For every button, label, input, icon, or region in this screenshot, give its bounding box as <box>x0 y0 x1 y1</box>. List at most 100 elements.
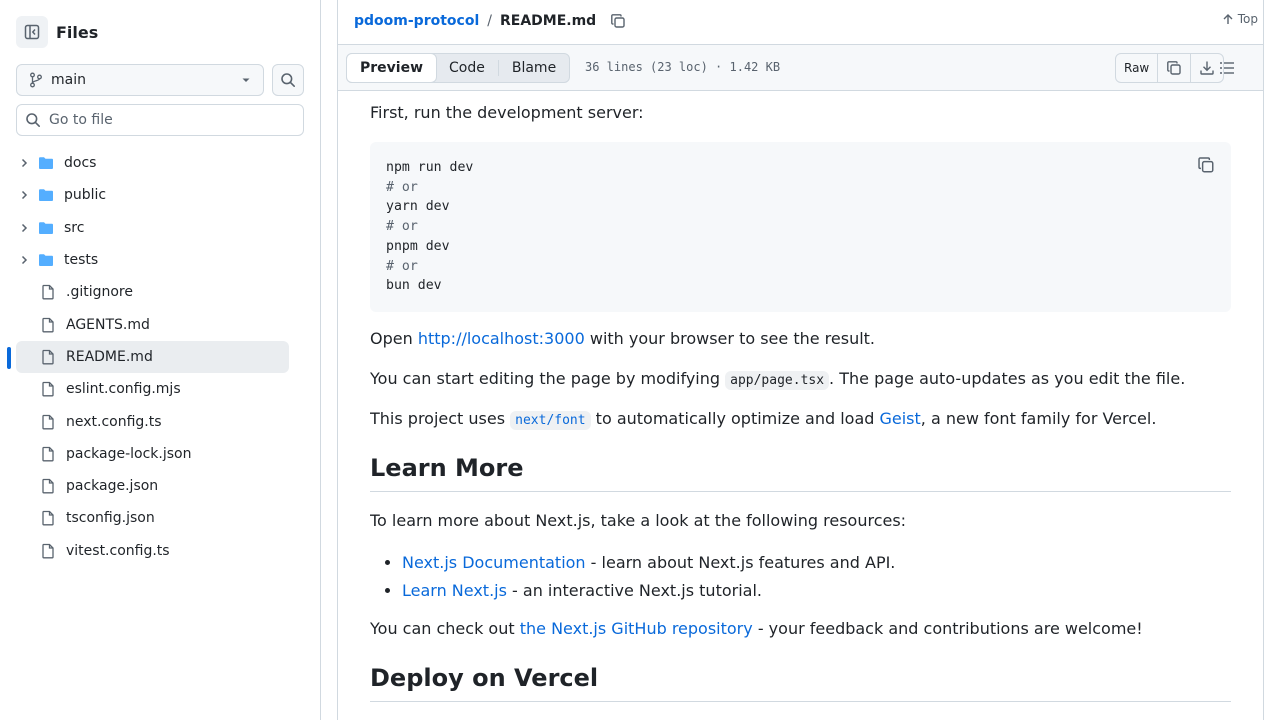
code-line: npm run dev <box>386 160 474 175</box>
chevron-right-icon[interactable] <box>16 254 32 266</box>
next-font-code-link[interactable]: next/font <box>510 411 591 430</box>
breadcrumb: pdoom-protocol / README.md <box>354 10 626 32</box>
paragraph: Open http://localhost:3000 with your bro… <box>370 327 875 351</box>
folder-icon <box>38 252 54 268</box>
file-icon <box>40 381 56 397</box>
breadcrumb-repo-link[interactable]: pdoom-protocol <box>354 13 479 29</box>
chevron-right-icon[interactable] <box>16 157 32 169</box>
outline-button[interactable] <box>1218 59 1236 81</box>
tree-file-item[interactable]: next.config.ts <box>16 405 289 437</box>
text: with your browser to see the result. <box>584 329 876 348</box>
git-branch-icon <box>30 72 42 88</box>
code-comment: # or <box>386 179 418 195</box>
folder-icon <box>38 187 54 203</box>
text: - an interactive Next.js tutorial. <box>506 581 762 600</box>
tab-blame[interactable]: Blame <box>499 54 569 82</box>
tree-item-label: AGENTS.md <box>66 316 150 333</box>
tab-preview[interactable]: Preview <box>346 53 438 83</box>
tree-file-item[interactable]: README.md <box>7 340 289 374</box>
text: Open <box>370 329 418 348</box>
go-to-file-input[interactable] <box>49 112 289 128</box>
code-comment: # or <box>386 258 418 274</box>
selected-indicator <box>7 346 11 369</box>
text: - learn about Next.js features and API. <box>585 553 896 572</box>
tree-item-label: .gitignore <box>66 284 133 301</box>
tree-folder-item[interactable]: docs <box>16 147 289 179</box>
tree-file-item[interactable]: tsconfig.json <box>16 502 289 534</box>
text: This project uses <box>370 409 511 428</box>
sidebar-title: Files <box>56 22 99 42</box>
file-icon <box>40 543 56 559</box>
back-to-top-button[interactable]: Top <box>1222 12 1258 26</box>
folder-icon <box>38 220 54 236</box>
tree-folder-item[interactable]: src <box>16 212 289 244</box>
tree-item-label: package-lock.json <box>66 445 192 462</box>
paragraph: You can start editing the page by modify… <box>370 367 1185 393</box>
file-icon <box>40 317 56 333</box>
copy-icon <box>1198 157 1214 173</box>
caret-down-icon <box>242 78 250 82</box>
chevron-right-icon[interactable] <box>16 222 32 234</box>
code-line: pnpm dev <box>386 238 450 254</box>
nextjs-docs-link[interactable]: Next.js Documentation <box>402 553 586 572</box>
text: - your feedback and contributions are we… <box>752 619 1143 638</box>
github-repo-link[interactable]: the Next.js GitHub repository <box>520 619 753 638</box>
tree-file-item[interactable]: AGENTS.md <box>16 308 289 340</box>
copy-code-button[interactable] <box>1197 156 1215 181</box>
list-item: Learn Next.js - an interactive Next.js t… <box>402 577 895 605</box>
text: You can check out <box>370 619 520 638</box>
learn-nextjs-link[interactable]: Learn Next.js <box>402 581 507 600</box>
tree-folder-item[interactable]: public <box>16 179 289 211</box>
text: You can start editing the page by modify… <box>370 369 726 388</box>
search-icon <box>26 113 40 127</box>
tree-file-item[interactable]: eslint.config.mjs <box>16 373 289 405</box>
paragraph: First, run the development server: <box>370 103 644 122</box>
text: to automatically optimize and load <box>590 409 880 428</box>
tree-file-item[interactable]: vitest.config.ts <box>16 535 289 567</box>
file-meta: 36 lines (23 loc) · 1.42 KB <box>585 60 781 74</box>
tree-item-label: src <box>64 219 85 236</box>
paragraph: You can check out the Next.js GitHub rep… <box>370 617 1143 641</box>
tree-item-label: README.md <box>66 348 153 365</box>
branch-selector[interactable]: main <box>16 64 264 96</box>
heading-learn-more: Learn More <box>370 453 1231 492</box>
download-icon <box>1200 61 1214 75</box>
file-toolbar: Preview Code Blame 36 lines (23 loc) · 1… <box>338 44 1263 91</box>
copy-path-button[interactable] <box>610 13 626 29</box>
code-comment: # or <box>386 219 418 235</box>
file-tree: docs public src tests .gitignore AGENTS.md REA… <box>7 147 289 567</box>
code-line: bun dev <box>386 278 442 294</box>
tree-item-label: vitest.config.ts <box>66 542 170 559</box>
collapse-sidebar-button[interactable] <box>16 16 48 48</box>
tab-code[interactable]: Code <box>436 54 498 82</box>
code-block: npm run dev # or yarn dev # or pnpm dev # or b… <box>370 142 1231 312</box>
copy-raw-button[interactable] <box>1158 54 1192 82</box>
list-item: Next.js Documentation - learn about Next… <box>402 549 895 577</box>
text: , a new font family for Vercel. <box>920 409 1157 428</box>
file-icon <box>40 284 56 300</box>
text: . The page auto-updates as you edit the … <box>829 369 1186 388</box>
inline-code: app/page.tsx <box>725 371 830 390</box>
folder-icon <box>38 155 54 171</box>
tree-item-label: public <box>64 187 107 204</box>
search-icon <box>281 73 295 87</box>
list-unordered-icon <box>1220 62 1234 74</box>
tree-file-item[interactable]: package.json <box>16 470 289 502</box>
tree-folder-item[interactable]: tests <box>16 244 289 276</box>
arrow-up-icon <box>1223 14 1233 24</box>
file-icon <box>40 414 56 430</box>
raw-button[interactable]: Raw <box>1116 54 1159 82</box>
file-sidebar: Files main docs public src tests .gitignore A… <box>0 0 321 720</box>
tree-file-item[interactable]: .gitignore <box>16 276 289 308</box>
localhost-link[interactable]: http://localhost:3000 <box>418 329 585 348</box>
go-to-file-field[interactable] <box>16 104 304 136</box>
search-files-button[interactable] <box>272 64 304 96</box>
tree-file-item[interactable]: package-lock.json <box>16 438 289 470</box>
geist-link[interactable]: Geist <box>879 409 920 428</box>
copy-icon <box>611 14 625 28</box>
code-lines: npm run dev # or yarn dev # or pnpm dev # or b… <box>386 158 1215 296</box>
branch-label: main <box>51 72 86 88</box>
chevron-right-icon[interactable] <box>16 189 32 201</box>
file-icon <box>40 446 56 462</box>
copy-icon <box>1167 61 1181 75</box>
